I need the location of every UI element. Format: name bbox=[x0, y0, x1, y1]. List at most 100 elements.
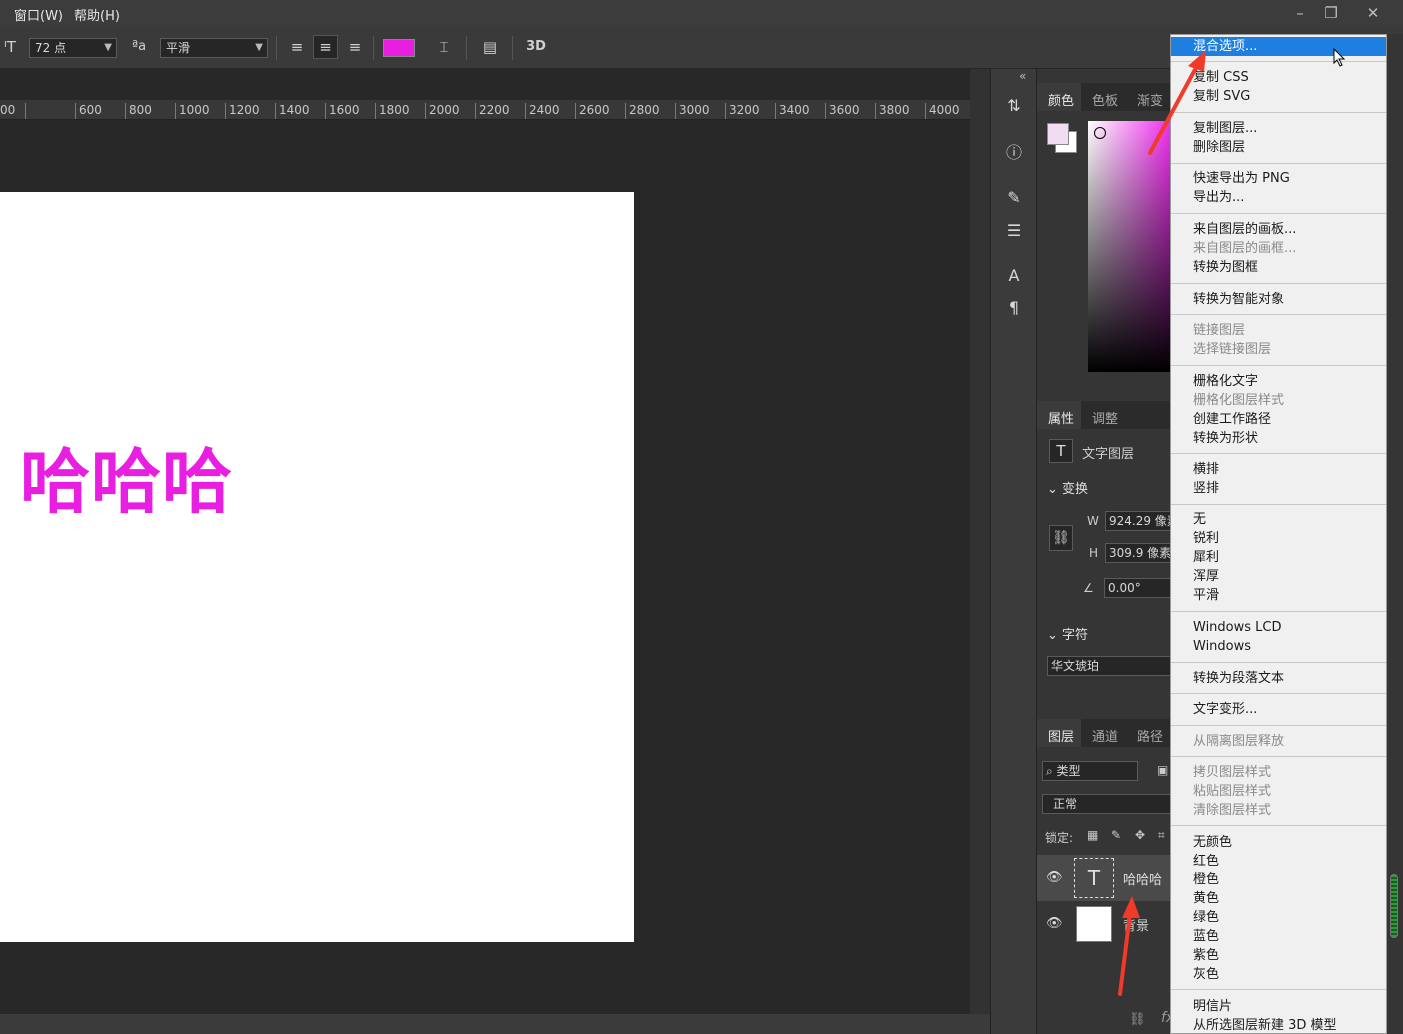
ruler-tick bbox=[525, 103, 526, 119]
font-family-field[interactable]: 华文琥珀 bbox=[1047, 656, 1171, 676]
align-center-icon[interactable]: ≡ bbox=[313, 35, 338, 59]
angle-field[interactable]: 0.00° bbox=[1104, 578, 1171, 598]
menu-item[interactable]: 锐利 bbox=[1171, 529, 1386, 548]
menu-item[interactable]: 明信片 bbox=[1171, 997, 1386, 1016]
ruler-label: 3800 bbox=[879, 103, 910, 117]
menu-item[interactable]: 橙色 bbox=[1171, 870, 1386, 889]
font-size-select[interactable]: 72 点 ▼ bbox=[29, 38, 117, 58]
chevron-down-icon: ⌄ bbox=[1047, 482, 1063, 497]
menu-window[interactable]: 窗口(W) bbox=[14, 5, 63, 24]
lock-pixels-icon[interactable]: ▦ bbox=[1087, 828, 1098, 842]
menu-item[interactable]: 犀利 bbox=[1171, 548, 1386, 567]
3d-button[interactable]: 3D bbox=[524, 37, 548, 57]
ruler-tick bbox=[575, 103, 576, 119]
text-tool-icon[interactable]: ᴵT bbox=[0, 37, 20, 57]
color-picker-ring[interactable] bbox=[1094, 127, 1106, 139]
menu-item[interactable]: 文字变形... bbox=[1171, 700, 1386, 719]
close-button[interactable]: ✕ bbox=[1358, 3, 1388, 23]
horizontal-scrollbar[interactable] bbox=[0, 1014, 990, 1034]
ruler-label: 1800 bbox=[379, 103, 410, 117]
collapse-icon[interactable]: « bbox=[1019, 69, 1026, 83]
tab-channels[interactable]: 通道 bbox=[1092, 726, 1118, 745]
annotation-arrow-top bbox=[1148, 50, 1206, 155]
menu-item[interactable]: 横排 bbox=[1171, 460, 1386, 479]
menu-item[interactable]: 导出为... bbox=[1171, 188, 1386, 207]
foreground-color-swatch[interactable] bbox=[1047, 123, 1069, 145]
eye-icon[interactable]: 👁 bbox=[1046, 916, 1063, 931]
paragraph-icon[interactable]: ¶ bbox=[1003, 297, 1025, 319]
tab-color[interactable]: 颜色 bbox=[1048, 90, 1074, 109]
antialias-select[interactable]: 平滑 ▼ bbox=[160, 38, 268, 58]
tab-swatches[interactable]: 色板 bbox=[1092, 90, 1118, 109]
minimize-button[interactable]: – bbox=[1285, 3, 1315, 23]
blend-mode-select[interactable]: 正常 bbox=[1042, 794, 1171, 814]
menu-item[interactable]: Windows LCD bbox=[1171, 618, 1386, 637]
align-left-icon[interactable]: ≡ bbox=[287, 37, 307, 57]
menu-item: 清除图层样式 bbox=[1193, 803, 1272, 818]
menu-item[interactable]: 来自图层的画板... bbox=[1171, 220, 1386, 239]
canvas-text[interactable]: 哈哈哈 bbox=[20, 442, 233, 522]
history-icon[interactable]: ⇅ bbox=[1003, 95, 1025, 117]
menu-item[interactable]: 无 bbox=[1171, 510, 1386, 529]
lock-artboard-icon[interactable]: ⌗ bbox=[1158, 828, 1165, 843]
menu-item[interactable]: 灰色 bbox=[1171, 965, 1386, 984]
tab-adjustments[interactable]: 调整 bbox=[1092, 408, 1118, 427]
menu-item[interactable]: 浑厚 bbox=[1171, 567, 1386, 586]
ruler-label: 1000 bbox=[179, 103, 210, 117]
align-right-icon[interactable]: ≡ bbox=[345, 37, 365, 57]
width-field[interactable]: 924.29 像素 bbox=[1105, 511, 1171, 531]
layer-name[interactable]: 哈哈哈 bbox=[1123, 869, 1162, 888]
menu-item[interactable]: 转换为图框 bbox=[1171, 258, 1386, 277]
image-filter-icon[interactable]: ▣ bbox=[1157, 763, 1168, 777]
character-panel-icon[interactable]: ▤ bbox=[479, 37, 501, 57]
menu-item[interactable]: 绿色 bbox=[1171, 908, 1386, 927]
tab-properties[interactable]: 属性 bbox=[1048, 408, 1074, 427]
menu-divider bbox=[1171, 504, 1386, 505]
tab-paths[interactable]: 路径 bbox=[1137, 726, 1163, 745]
eye-icon[interactable]: 👁 bbox=[1046, 870, 1063, 885]
menu-item[interactable]: 蓝色 bbox=[1171, 927, 1386, 946]
menu-item[interactable]: 栅格化文字 bbox=[1171, 372, 1386, 391]
artboard[interactable] bbox=[0, 192, 634, 942]
ruler-label: 2200 bbox=[479, 103, 510, 117]
text-layer-thumbnail: T bbox=[1074, 858, 1114, 898]
menu-item[interactable]: 竖排 bbox=[1171, 479, 1386, 498]
text-color-swatch[interactable] bbox=[383, 39, 415, 57]
restore-button[interactable]: ❐ bbox=[1316, 3, 1346, 23]
warp-text-icon[interactable]: ⌶ bbox=[433, 37, 455, 57]
menu-item[interactable]: 黄色 bbox=[1171, 889, 1386, 908]
link-icon[interactable]: ⛓ bbox=[1049, 525, 1073, 551]
menu-help[interactable]: 帮助(H) bbox=[74, 5, 120, 24]
menu-divider bbox=[1171, 611, 1386, 612]
menu-item[interactable]: 创建工作路径 bbox=[1171, 410, 1386, 429]
info-icon[interactable]: ⓘ bbox=[1003, 142, 1025, 164]
menu-divider bbox=[1171, 693, 1386, 694]
menu-divider bbox=[1171, 453, 1386, 454]
menu-item[interactable]: 转换为形状 bbox=[1171, 429, 1386, 448]
menu-item[interactable]: 转换为智能对象 bbox=[1171, 290, 1386, 309]
angle-icon: ∠ bbox=[1083, 581, 1094, 595]
brush-icon[interactable]: ✎ bbox=[1003, 187, 1025, 209]
height-field[interactable]: 309.9 像素 bbox=[1105, 543, 1171, 563]
lock-brush-icon[interactable]: ✎ bbox=[1111, 828, 1121, 842]
lock-move-icon[interactable]: ✥ bbox=[1135, 828, 1145, 842]
layer-filter-select[interactable]: ⌕ 类型 bbox=[1042, 761, 1138, 781]
link-layers-icon[interactable]: ⛓ bbox=[1129, 1012, 1146, 1027]
ruler-tick bbox=[125, 103, 126, 119]
menu-item[interactable]: 从所选图层新建 3D 模型 bbox=[1171, 1016, 1386, 1033]
adjust-icon[interactable]: ☰ bbox=[1003, 220, 1025, 242]
menu-item[interactable]: 紫色 bbox=[1171, 946, 1386, 965]
character-icon[interactable]: A bbox=[1003, 265, 1025, 287]
menu-item[interactable]: 转换为段落文本 bbox=[1171, 669, 1386, 688]
transform-section[interactable]: ⌄ 变换 bbox=[1047, 478, 1088, 497]
height-label: H bbox=[1089, 546, 1099, 560]
menu-item[interactable]: 红色 bbox=[1171, 852, 1386, 871]
menu-item[interactable]: 快速导出为 PNG bbox=[1171, 169, 1386, 188]
menu-item[interactable]: Windows bbox=[1171, 637, 1386, 656]
character-section[interactable]: ⌄ 字符 bbox=[1047, 624, 1088, 643]
vertical-scrollbar[interactable] bbox=[970, 69, 990, 1014]
menu-item[interactable]: 平滑 bbox=[1171, 586, 1386, 605]
tab-layers[interactable]: 图层 bbox=[1048, 726, 1074, 745]
menu-item[interactable]: 无颜色 bbox=[1171, 833, 1386, 852]
tab-strip bbox=[0, 69, 970, 100]
